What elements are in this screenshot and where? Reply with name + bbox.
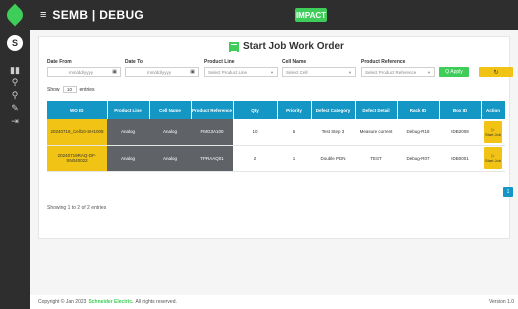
cell-qty: 2 [233,145,277,172]
chevron-down-icon: ▼ [270,69,274,75]
cell-priority: 5 [277,119,311,146]
cell-box-id: IDB2008 [439,119,481,146]
cell-product-reference: TPRAAQ01 [191,145,233,172]
brand-link[interactable]: Schneider Electric. [88,299,133,305]
chevron-down-icon: ▼ [427,69,431,75]
cell-wo-id: 20240719_Cell10-SH1008 [47,119,107,146]
col-header-qty[interactable]: Qty [233,101,278,119]
cell-cell-name: Analog [149,119,191,146]
main-content: Start Job Work Order Date From mm/dd/yyy… [30,30,518,295]
cell-wo-id: 20240719RAQ-DF-SN040022 [47,145,107,172]
col-header-rack-id[interactable]: Rack ID [397,101,440,119]
copyright-text: Copyright © Jan 2023 [38,299,87,305]
date-to-value: mm/dd/yyyy [147,69,172,75]
col-header-defect-detail[interactable]: Defect Detail [355,101,398,119]
cell-rack-id: Debug-R18 [397,119,439,146]
entries-label: entries [79,86,95,93]
cell-product-line: Analog [107,119,149,146]
table-row: 20240719RAQ-DF-SN040022 Analog Analog TP… [47,145,505,172]
start-job-label: Start Job [484,158,501,163]
sidebar: S ▮▮ ⚲ ⚲ ✎ ⇥ [0,30,30,309]
footer: Copyright © Jan 2023 Schneider Electric.… [30,295,518,309]
cell-action: ▷ Start Job [481,119,505,146]
entries-length-control: Show 10 entries [47,86,95,93]
date-from-label: Date From [47,59,72,65]
cell-defect-detail: Measure current [355,119,397,146]
cell-name-placeholder: Select Cell [286,69,308,75]
cell-action: ▷ Start Job [481,145,505,172]
product-line-label: Product Line [204,59,235,65]
col-header-product-reference[interactable]: Product Reference [191,101,234,119]
col-header-cell-name[interactable]: Cell Name [149,101,192,119]
cell-name-label: Cell Name [282,59,307,65]
cell-defect-detail: TEST [355,145,397,172]
logout-icon[interactable]: ⇥ [8,115,22,127]
calendar-icon[interactable]: ▣ [112,69,117,75]
search-icon[interactable]: ⚲ [8,76,22,88]
wrench-icon[interactable]: ✎ [8,102,22,114]
cell-defect-category: Double PDN [311,145,355,172]
version-text: Version 1.0 [488,299,514,305]
col-header-product-line[interactable]: Product Line [107,101,150,119]
cell-rack-id: Debug-R07 [397,145,439,172]
product-reference-placeholder: Select Product Reference [365,69,417,75]
table-row: 20240719_Cell10-SH1008 Analog Analog FMG… [47,119,505,146]
page-title: Start Job Work Order [229,41,344,52]
top-bar: ≡ SEMB | DEBUG IMPACT [0,0,518,30]
impact-logo: IMPACT [295,8,327,22]
cell-qty: 10 [233,119,277,146]
menu-icon[interactable]: ≡ [40,9,46,21]
col-header-box-id[interactable]: Box ID [439,101,482,119]
work-order-card: Start Job Work Order Date From mm/dd/yyy… [38,36,513,239]
col-header-defect-category[interactable]: Defect Category [311,101,356,119]
start-job-button[interactable]: ▷ Start Job [484,147,502,169]
product-line-select[interactable]: Select Product Line ▼ [204,67,278,77]
cell-cell-name: Analog [149,145,191,172]
show-label: Show [47,86,60,93]
table-icon [229,41,239,52]
calendar-icon[interactable]: ▣ [190,69,195,75]
brand-badge[interactable]: S [7,35,23,51]
start-job-button[interactable]: ▷ Start Job [484,120,502,143]
product-reference-select[interactable]: Select Product Reference ▼ [361,67,435,77]
page-title-text: Start Job Work Order [243,41,344,52]
table-header-row: WO ID Product Line Cell Name Product Ref… [47,101,506,119]
cell-priority: 1 [277,145,311,172]
date-from-value: mm/dd/yyyy [69,69,94,75]
product-line-placeholder: Select Product Line [208,69,248,75]
leaf-logo-icon [3,3,27,27]
reset-button[interactable]: ↻ [479,67,513,77]
date-to-label: Date To [125,59,143,65]
entries-select[interactable]: 10 [62,86,77,93]
cell-box-id: IDB0001 [439,145,481,172]
date-to-input[interactable]: mm/dd/yyyy ▣ [125,67,199,77]
col-header-action: Action [481,101,506,119]
page-button-current[interactable]: 1 [503,187,513,197]
app-logo[interactable] [0,0,30,30]
cell-product-line: Analog [107,145,149,172]
chevron-down-icon: ▼ [348,69,352,75]
col-header-wo-id[interactable]: WO ID [47,101,108,119]
app-title: SEMB | DEBUG [52,8,145,22]
work-order-table: WO ID Product Line Cell Name Product Ref… [47,101,506,172]
apply-button[interactable]: Q Apply [439,67,469,77]
start-job-label: Start Job [484,131,501,137]
entries-info: Showing 1 to 2 of 2 entries [47,205,107,211]
rights-text: All rights reserved. [135,299,177,305]
col-header-priority[interactable]: Priority [277,101,312,119]
chart-icon[interactable]: ▮▮ [8,64,22,76]
date-from-input[interactable]: mm/dd/yyyy ▣ [47,67,121,77]
cell-name-select[interactable]: Select Cell ▼ [282,67,356,77]
product-reference-label: Product Reference [361,59,406,65]
search-alt-icon[interactable]: ⚲ [8,89,22,101]
cell-product-reference: FMG3A100 [191,119,233,146]
cell-defect-category: Test Step 3 [311,119,355,146]
